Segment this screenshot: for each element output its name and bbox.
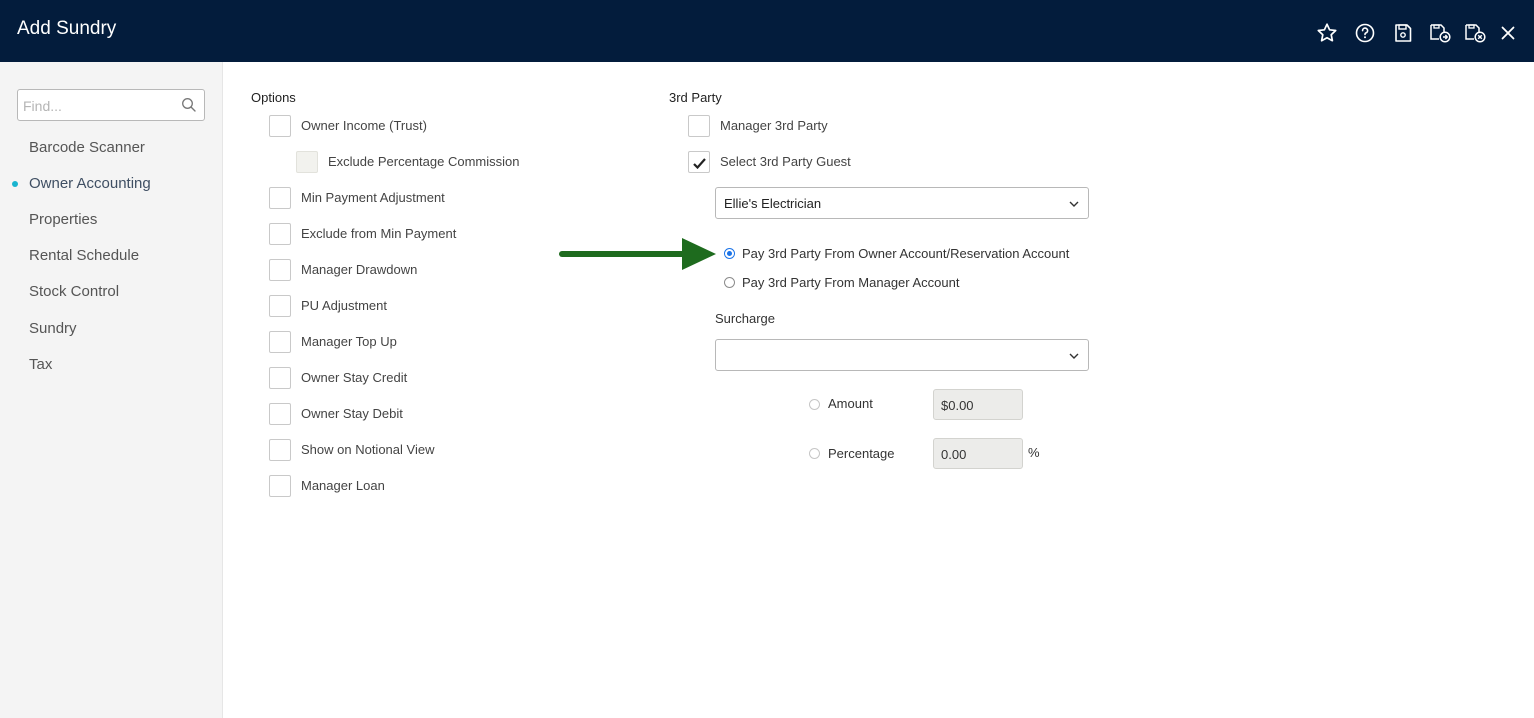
sidebar-item-properties[interactable]: Properties [29, 211, 97, 228]
pay-from-manager-account-radio[interactable] [724, 277, 735, 288]
guest-select[interactable]: Ellie's Electrician [715, 187, 1089, 219]
min-payment-adjustment-label: Min Payment Adjustment [301, 190, 445, 205]
surcharge-percentage-label: Percentage [828, 446, 895, 461]
manager-top-up-checkbox[interactable] [269, 331, 291, 353]
sidebar-item-barcode-scanner[interactable]: Barcode Scanner [29, 139, 145, 156]
owner-stay-credit-label: Owner Stay Credit [301, 370, 408, 385]
pu-adjustment-checkbox[interactable] [269, 295, 291, 317]
surcharge-amount-label: Amount [828, 396, 873, 411]
sidebar-item-sundry[interactable]: Sundry [29, 320, 77, 337]
help-icon[interactable] [1353, 21, 1377, 45]
manager-loan-checkbox[interactable] [269, 475, 291, 497]
surcharge-label: Surcharge [715, 311, 775, 326]
owner-stay-debit-checkbox[interactable] [269, 403, 291, 425]
sidebar-item-stock-control[interactable]: Stock Control [29, 283, 119, 300]
sidebar-item-tax[interactable]: Tax [29, 356, 52, 373]
select-3rd-party-guest-label: Select 3rd Party Guest [720, 154, 851, 169]
third-party-title: 3rd Party [669, 90, 722, 105]
chevron-down-icon [1069, 201, 1079, 207]
pay-from-owner-account-label: Pay 3rd Party From Owner Account/Reserva… [742, 246, 1070, 261]
search-icon[interactable] [181, 97, 197, 113]
surcharge-amount-radio[interactable] [809, 399, 820, 410]
percentage-unit: % [1028, 445, 1040, 460]
pay-from-owner-account-radio[interactable] [724, 248, 735, 259]
show-on-notional-view-checkbox[interactable] [269, 439, 291, 461]
surcharge-select[interactable] [715, 339, 1089, 371]
sidebar-item-rental-schedule[interactable]: Rental Schedule [29, 247, 139, 264]
manager-drawdown-checkbox[interactable] [269, 259, 291, 281]
favourite-star-icon[interactable] [1315, 21, 1339, 45]
owner-stay-debit-label: Owner Stay Debit [301, 406, 403, 421]
surcharge-amount-field[interactable]: $0.00 [933, 389, 1023, 420]
exclude-percentage-commission-checkbox [296, 151, 318, 173]
manager-drawdown-label: Manager Drawdown [301, 262, 418, 277]
exclude-from-min-payment-label: Exclude from Min Payment [301, 226, 457, 241]
find-box [17, 89, 205, 121]
save-and-new-icon[interactable] [1428, 21, 1452, 45]
checkmark-icon [693, 158, 706, 169]
manager-3rd-party-checkbox[interactable] [688, 115, 710, 137]
show-on-notional-view-label: Show on Notional View [301, 442, 435, 457]
find-input[interactable] [23, 96, 173, 116]
surcharge-percentage-radio[interactable] [809, 448, 820, 459]
sidebar: Barcode Scanner Owner Accounting Propert… [0, 62, 223, 718]
annotation-arrow-icon [559, 238, 716, 270]
active-indicator [12, 181, 18, 187]
min-payment-adjustment-checkbox[interactable] [269, 187, 291, 209]
pay-from-manager-account-label: Pay 3rd Party From Manager Account [742, 275, 960, 290]
exclude-from-min-payment-checkbox[interactable] [269, 223, 291, 245]
page-title: Add Sundry [17, 18, 117, 39]
save-and-close-icon[interactable] [1463, 21, 1487, 45]
close-icon[interactable] [1496, 21, 1520, 45]
pu-adjustment-label: PU Adjustment [301, 298, 387, 313]
manager-top-up-label: Manager Top Up [301, 334, 397, 349]
manager-3rd-party-label: Manager 3rd Party [720, 118, 828, 133]
save-icon[interactable] [1391, 21, 1415, 45]
sidebar-item-owner-accounting[interactable]: Owner Accounting [29, 175, 151, 192]
select-3rd-party-guest-checkbox[interactable] [688, 151, 710, 173]
manager-loan-label: Manager Loan [301, 478, 385, 493]
chevron-down-icon [1069, 353, 1079, 359]
owner-income-trust-label: Owner Income (Trust) [301, 118, 427, 133]
surcharge-percentage-field[interactable]: 0.00 [933, 438, 1023, 469]
guest-select-value: Ellie's Electrician [724, 196, 822, 211]
owner-income-trust-checkbox[interactable] [269, 115, 291, 137]
exclude-percentage-commission-label: Exclude Percentage Commission [328, 154, 520, 169]
header-bar: Add Sundry [0, 0, 1534, 62]
options-title: Options [251, 90, 296, 105]
owner-stay-credit-checkbox[interactable] [269, 367, 291, 389]
